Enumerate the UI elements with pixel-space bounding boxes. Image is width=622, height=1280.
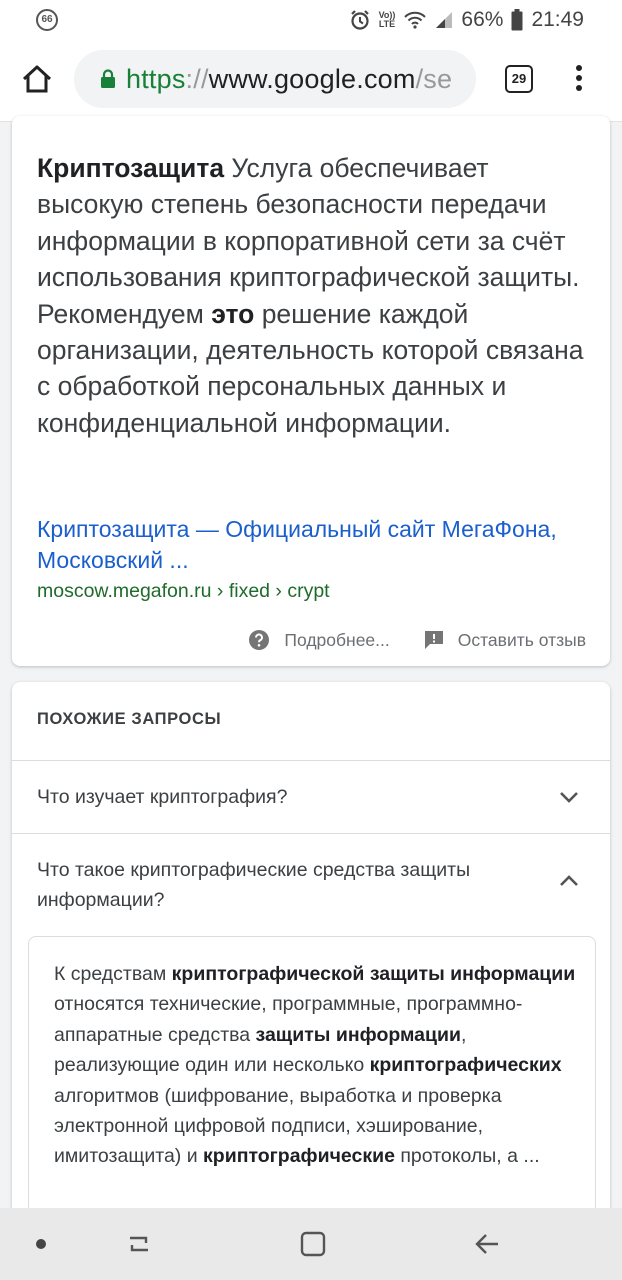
question-text: Что изучает криптография? bbox=[37, 786, 288, 808]
related-heading: ПОХОЖИЕ ЗАПРОСЫ bbox=[37, 710, 222, 728]
answer-text: К средствам криптографической защиты инф… bbox=[54, 963, 576, 1168]
overflow-menu-button[interactable] bbox=[572, 65, 586, 95]
status-icons: Vo)) LTE 66% 21:49 bbox=[349, 6, 584, 34]
status-bar: 66 Vo)) LTE 66% 21:49 bbox=[0, 0, 622, 40]
menu-dot-icon bbox=[576, 65, 582, 71]
help-icon bbox=[249, 630, 270, 650]
snippet-footer: Подробнее... Оставить отзыв bbox=[248, 629, 586, 651]
signal-icon bbox=[435, 11, 453, 29]
tab-switcher-button[interactable]: 29 bbox=[505, 65, 533, 93]
related-questions-card: ПОХОЖИЕ ЗАПРОСЫ Что изучает криптография… bbox=[12, 682, 610, 1280]
lock-icon bbox=[101, 69, 115, 88]
chevron-up-icon bbox=[560, 875, 578, 886]
feedback-icon bbox=[424, 631, 443, 649]
recent-apps-icon[interactable] bbox=[124, 1229, 154, 1259]
divider bbox=[12, 760, 610, 761]
snippet-text: Криптозащита Услуга обеспечивает высокую… bbox=[37, 153, 584, 438]
address-bar[interactable]: https://www.google.com/se bbox=[74, 50, 476, 108]
battery-icon bbox=[511, 9, 523, 31]
home-icon bbox=[22, 65, 52, 93]
feedback-button[interactable]: Оставить отзыв bbox=[424, 630, 586, 651]
home-button[interactable] bbox=[20, 62, 54, 96]
system-nav-bar bbox=[0, 1208, 622, 1280]
menu-dot-icon bbox=[576, 85, 582, 91]
result-title-link[interactable]: Криптозащита — Официальный сайт МегаФона… bbox=[37, 514, 602, 576]
more-info-button[interactable]: Подробнее... bbox=[248, 629, 390, 651]
browser-toolbar: https://www.google.com/se 29 bbox=[0, 40, 622, 122]
alarm-icon bbox=[349, 9, 371, 31]
url-text: https://www.google.com/se bbox=[126, 63, 453, 94]
battery-percent: 66% bbox=[461, 8, 504, 31]
result-url: moscow.megafon.ru › fixed › crypt bbox=[37, 580, 330, 602]
menu-dot-icon bbox=[576, 75, 582, 81]
featured-snippet-card: Криптозащита Услуга обеспечивает высокую… bbox=[12, 116, 610, 666]
question-text: Что такое криптографические средства защ… bbox=[37, 859, 471, 911]
notification-badge-icon: 66 bbox=[36, 9, 58, 31]
chevron-down-icon bbox=[560, 792, 578, 803]
home-nav-icon[interactable] bbox=[298, 1229, 328, 1259]
clock: 21:49 bbox=[531, 8, 584, 31]
volte-icon: Vo)) LTE bbox=[378, 10, 396, 29]
back-icon[interactable] bbox=[472, 1229, 502, 1259]
nav-dot-icon[interactable] bbox=[36, 1239, 46, 1249]
wifi-icon bbox=[403, 10, 427, 30]
divider bbox=[12, 833, 610, 834]
